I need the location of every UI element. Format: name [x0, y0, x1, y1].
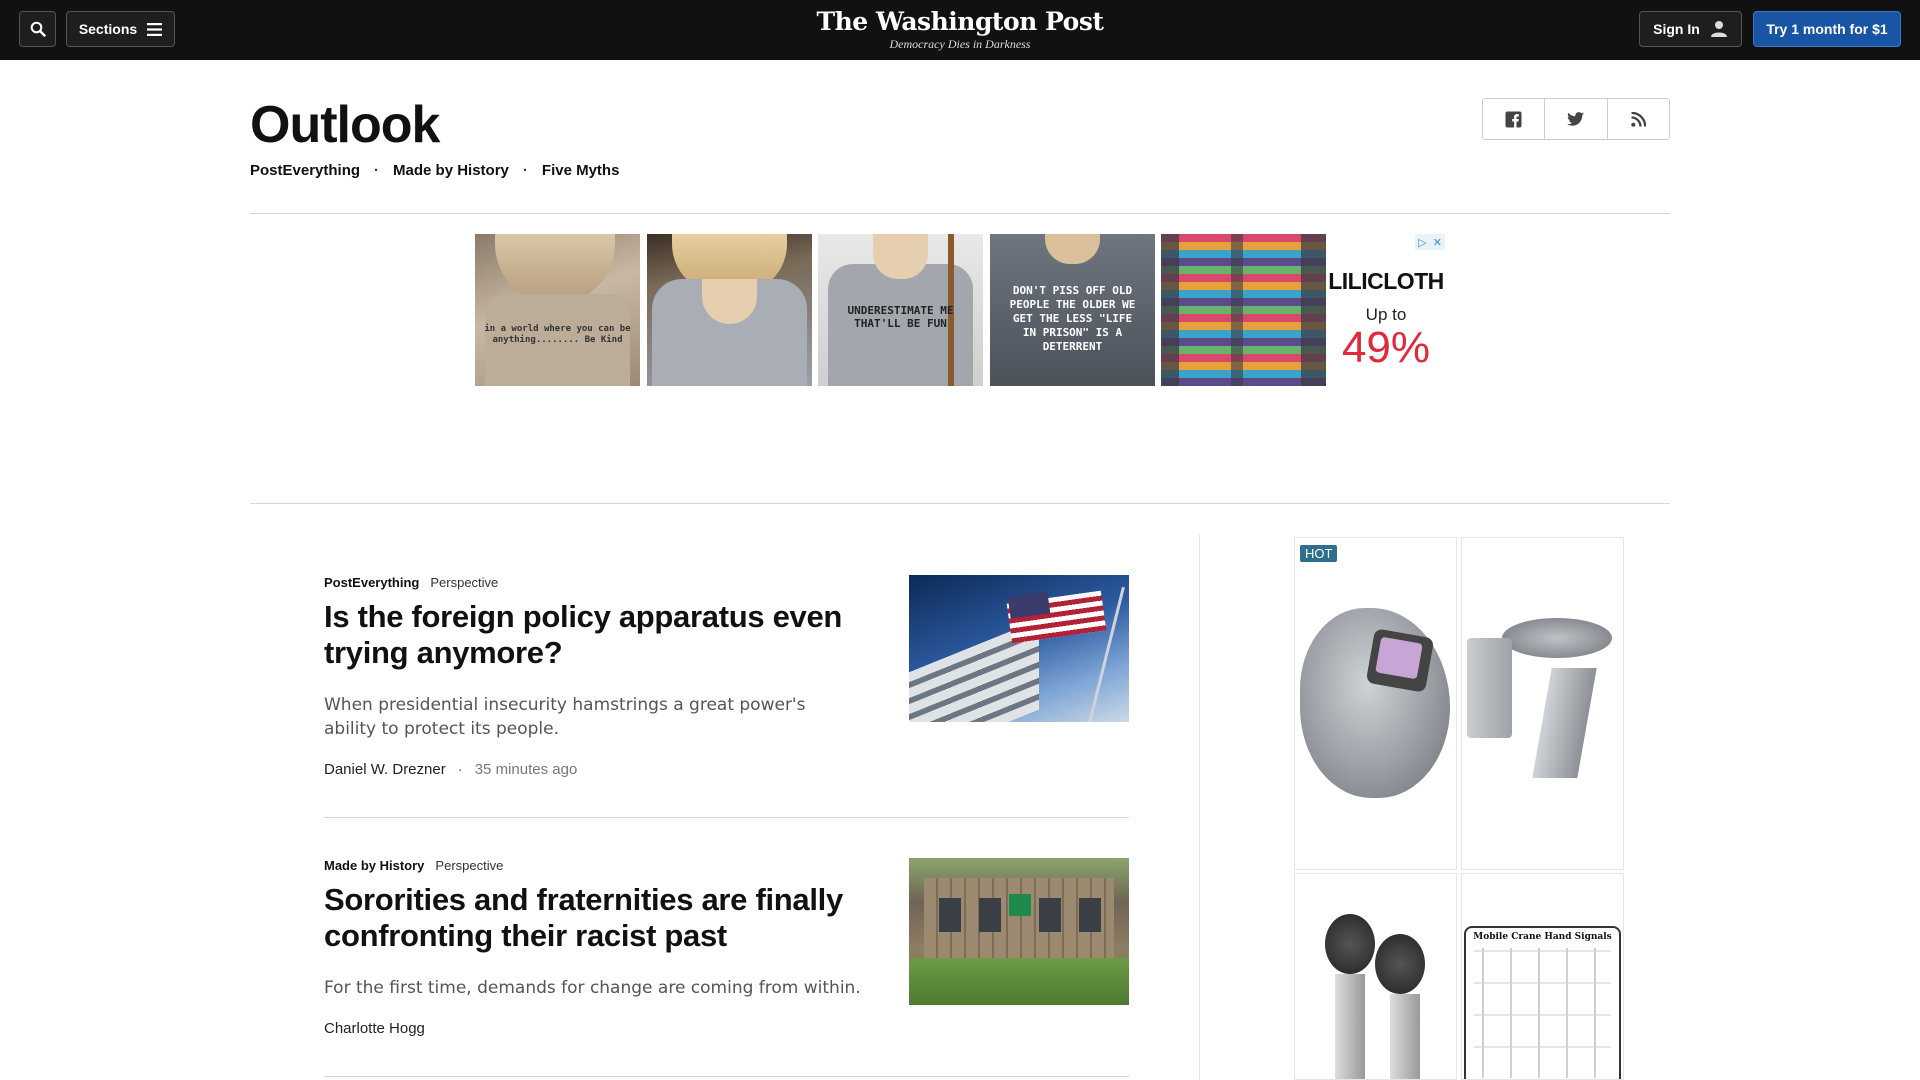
adchoices-icon: ▷	[1418, 236, 1427, 249]
header-divider	[250, 213, 1670, 214]
ad-product-hoodie[interactable]: in a world where you can be anything....…	[475, 234, 640, 386]
crane-poster-title: Mobile Crane Hand Signals	[1473, 932, 1612, 942]
article-kicker[interactable]: Made by History	[324, 858, 424, 873]
article-blurb: When presidential insecurity hamstrings …	[324, 695, 806, 739]
article-byline: Charlotte Hogg	[324, 1020, 1129, 1037]
page-title: Outlook	[250, 96, 440, 154]
facebook-icon	[1505, 111, 1522, 128]
article-divider	[324, 817, 1129, 818]
hot-badge: HOT	[1300, 545, 1338, 562]
ad-product-welding-helmet[interactable]: HOT	[1294, 537, 1457, 870]
section-subnav: PostEverything · Made by History · Five …	[250, 162, 619, 179]
ad-shirt-text: DON'T PISS OFF OLD PEOPLE THE OLDER WE G…	[1009, 284, 1136, 353]
article-label: Perspective	[430, 575, 499, 590]
ad-product-pullover[interactable]: DON'T PISS OFF OLD PEOPLE THE OLDER WE G…	[990, 234, 1155, 386]
article-label: Perspective	[435, 858, 504, 873]
washington-post-logo[interactable]: The Washington Post Democracy Dies in Da…	[760, 7, 1160, 51]
subnav-separator: ·	[522, 162, 528, 179]
article-headline[interactable]: Is the foreign policy apparatus even try…	[324, 599, 884, 671]
article-divider	[324, 1076, 1129, 1077]
article-blurb: For the first time, demands for change a…	[324, 978, 861, 998]
ad-product-sweater[interactable]	[647, 234, 812, 386]
ad-product-welding-goggles[interactable]	[1294, 873, 1457, 1080]
sign-in-button[interactable]: Sign In	[1639, 11, 1742, 47]
article-card: PostEverything Perspective Is the foreig…	[324, 575, 1129, 778]
rss-button[interactable]	[1608, 99, 1669, 139]
ad-divider	[250, 503, 1670, 504]
ad-product-crane-signals-poster[interactable]: Mobile Crane Hand Signals	[1461, 873, 1624, 1080]
logo-tagline: Democracy Dies in Darkness	[889, 37, 1031, 51]
sections-label: Sections	[78, 21, 138, 37]
ad-brand-name: LILICLOTH	[1328, 268, 1444, 294]
subnav-posteverything[interactable]: PostEverything	[250, 162, 360, 179]
ad-shirt-text: in a world where you can be anything....…	[484, 324, 631, 345]
top-banner-ad[interactable]: in a world where you can be anything....…	[475, 234, 1445, 386]
ad-product-sweatshirt[interactable]: UNDERESTIMATE ME THAT'LL BE FUN	[818, 234, 983, 386]
subnav-five-myths[interactable]: Five Myths	[542, 162, 620, 179]
column-divider	[1199, 535, 1200, 1080]
social-share-bar	[1482, 98, 1670, 140]
article-card: Made by History Perspective Sororities a…	[324, 858, 1129, 1037]
user-icon	[1710, 21, 1727, 37]
subnav-made-by-history[interactable]: Made by History	[393, 162, 509, 179]
article-kicker[interactable]: PostEverything	[324, 575, 419, 590]
facebook-button[interactable]	[1483, 99, 1546, 139]
ad-offer-line1: Up to	[1365, 305, 1407, 324]
byline-separator: ·	[457, 761, 463, 778]
top-navigation-bar: Sections The Washington Post Democracy D…	[0, 0, 1920, 60]
article-author[interactable]: Daniel W. Drezner	[324, 761, 446, 778]
close-icon[interactable]: ✕	[1433, 236, 1442, 249]
article-image-flag[interactable]	[909, 575, 1129, 722]
sidebar-ad[interactable]: ▷ ✕ HOT Mobile Crane Hand Signals	[1293, 535, 1627, 1080]
article-author[interactable]: Charlotte Hogg	[324, 1020, 425, 1037]
article-image-sorority-house[interactable]	[909, 858, 1129, 1005]
ad-brand-panel[interactable]: ▷ ✕ LILICLOTH Up to 49%	[1327, 234, 1445, 386]
article-timestamp: 35 minutes ago	[474, 761, 578, 778]
article-headline[interactable]: Sororities and fraternities are finally …	[324, 882, 884, 954]
subnav-separator: ·	[374, 162, 380, 179]
ad-shirt-text: UNDERESTIMATE ME THAT'LL BE FUN	[847, 304, 954, 330]
ad-product-socks[interactable]	[1161, 234, 1326, 386]
rss-icon	[1631, 111, 1646, 127]
article-byline: Daniel W. Drezner · 35 minutes ago	[324, 761, 1129, 778]
ad-offer-line2: 49%	[1341, 323, 1431, 372]
logo-wordmark: The Washington Post	[816, 7, 1104, 36]
subscribe-trial-button[interactable]: Try 1 month for $1	[1753, 11, 1901, 47]
search-icon	[30, 21, 46, 37]
search-button[interactable]	[19, 11, 56, 47]
hamburger-icon	[147, 22, 163, 36]
sign-in-label: Sign In	[1653, 21, 1700, 37]
twitter-button[interactable]	[1545, 99, 1608, 139]
sections-menu-button[interactable]: Sections	[66, 11, 175, 47]
ad-product-welding-positioner[interactable]	[1461, 537, 1624, 870]
ad-choices-badge[interactable]: ▷ ✕	[1415, 234, 1445, 250]
twitter-icon	[1567, 112, 1585, 126]
